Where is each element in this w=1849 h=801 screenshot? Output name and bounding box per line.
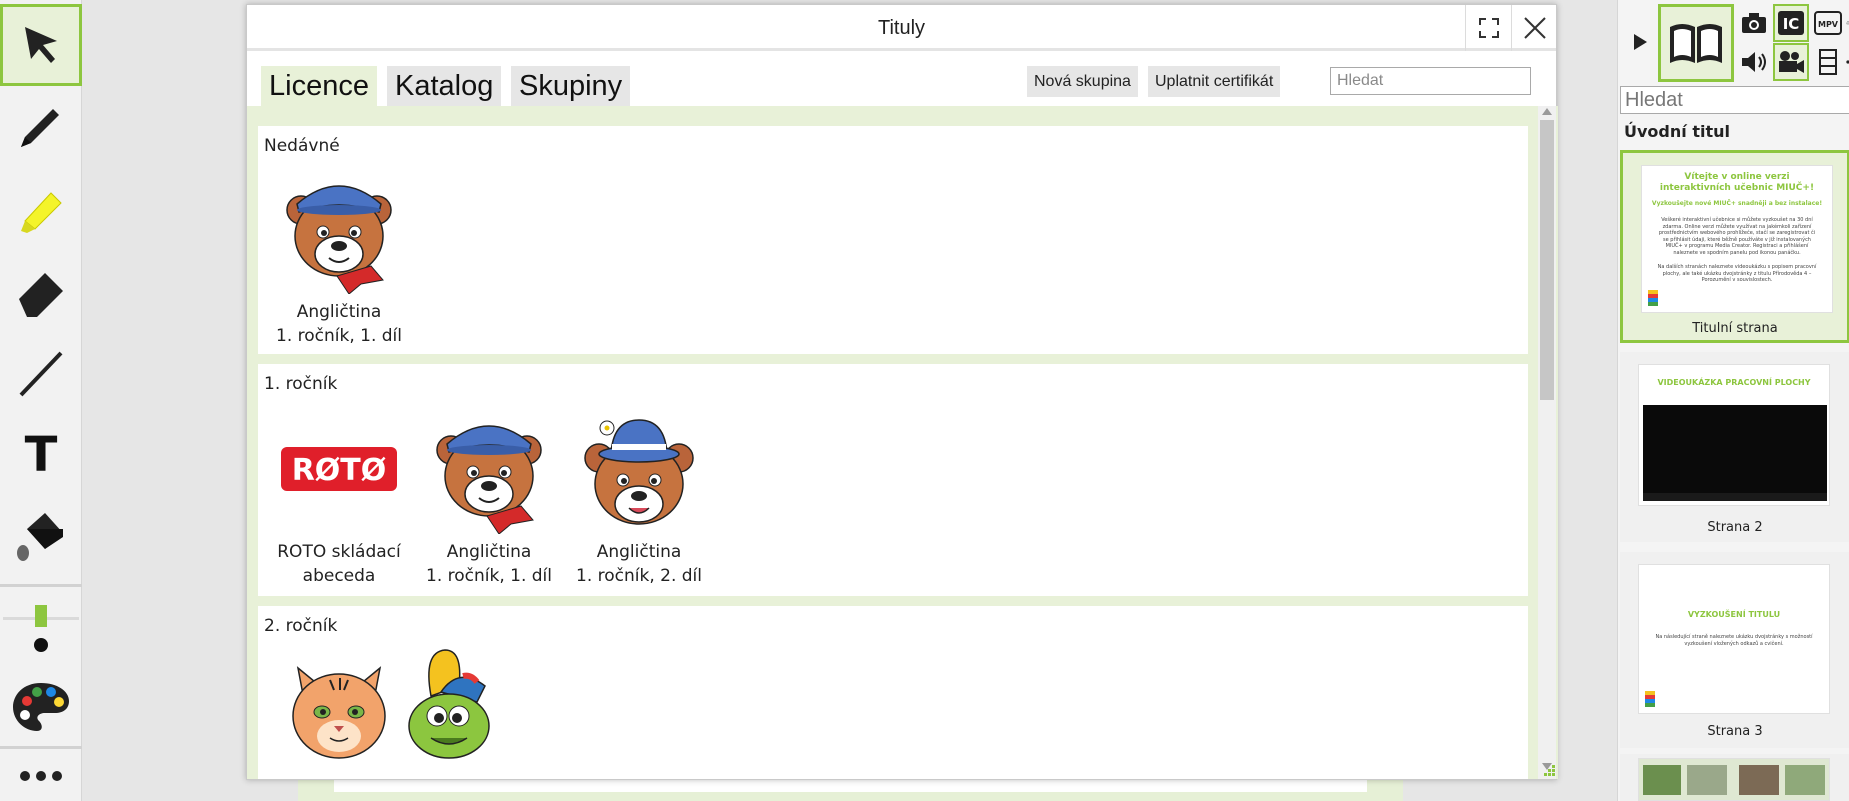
page-thumbnail[interactable]: Vítejte v online verzi interaktivních uč… (1620, 150, 1849, 343)
stroke-size-icon (3, 605, 79, 652)
brand-logo-icon (1645, 691, 1655, 707)
title-item[interactable]: RØTØ ROTO skládací abeceda (264, 404, 414, 588)
dialog-titlebar: Tituly (247, 5, 1556, 51)
ic-icon: IC (1778, 11, 1804, 35)
speaker-icon (1742, 52, 1766, 72)
tab-skupiny[interactable]: Skupiny (511, 66, 631, 106)
toolbar-divider (0, 584, 82, 587)
more-tool[interactable] (0, 752, 82, 800)
scroll-thumb[interactable] (1540, 120, 1554, 400)
mpv-button[interactable]: MPV (1810, 4, 1846, 42)
page-thumbnail[interactable]: VYZKOUŠENÍ TITULU Na následující straně … (1620, 552, 1849, 748)
dialog-title: Tituly (877, 17, 926, 39)
eraser-tool[interactable] (0, 250, 82, 332)
titles-dialog: Tituly Licence Katalog Skupiny Nová skup… (246, 4, 1558, 780)
page-thumbnail[interactable] (1620, 754, 1849, 801)
toolbar-divider (0, 746, 82, 749)
bear-hat-icon (584, 419, 694, 525)
title-item-label: Angličtina 1. ročník, 1. díl (276, 302, 402, 346)
title-item[interactable]: Angličtina 1. ročník, 1. díl (414, 404, 564, 588)
section-grade-2: 2. ročník (258, 606, 1528, 779)
select-arrow-icon (25, 27, 57, 63)
fullscreen-button[interactable] (1465, 5, 1511, 51)
highlighter-tool[interactable] (0, 168, 82, 250)
roto-logo-icon: RØTØ (281, 447, 397, 491)
apply-certificate-button[interactable]: Uplatnit certifikát (1148, 66, 1281, 97)
color-tool[interactable] (0, 666, 82, 748)
tab-licence[interactable]: Licence (261, 66, 377, 106)
video-button[interactable] (1773, 43, 1809, 81)
film-strip-icon (1819, 49, 1837, 75)
dialog-search-input[interactable] (1330, 67, 1531, 95)
chevron-right-icon (1634, 34, 1647, 50)
title-item[interactable]: Angličtina 1. ročník, 1. díl (264, 164, 414, 348)
pen-icon (21, 109, 59, 147)
svg-text:MPV: MPV (1818, 20, 1839, 29)
brand-logo-icon (1648, 290, 1658, 306)
bear-cap-icon (436, 425, 542, 534)
page-preview (1638, 758, 1830, 801)
pages-search-input[interactable] (1620, 86, 1849, 114)
svg-text:IC: IC (1783, 15, 1800, 33)
titles-list: Nedávné Angličtina 1. ročník, 1. díl 1. … (247, 106, 1558, 779)
resize-grip-icon[interactable] (1542, 763, 1556, 777)
dialog-scrollbar[interactable] (1538, 106, 1556, 779)
left-toolbar: T (0, 0, 82, 801)
page-preview: Vítejte v online verzi interaktivních uč… (1641, 165, 1833, 313)
fill-bucket-icon (17, 513, 63, 561)
select-tool[interactable] (0, 4, 82, 86)
section-title: 2. ročník (264, 616, 338, 636)
frog-cap-icon (408, 649, 490, 759)
film-button[interactable] (1810, 43, 1846, 81)
sound-button[interactable] (1736, 43, 1772, 81)
stroke-size-tool[interactable] (0, 592, 82, 668)
page-preview: VIDEOUKÁZKA PRACOVNÍ PLOCHY (1638, 364, 1830, 506)
text-tool[interactable]: T (0, 414, 82, 496)
pen-tool[interactable] (0, 86, 82, 168)
camera-button[interactable] (1736, 4, 1772, 42)
title-item[interactable]: Angličtina 1. ročník, 2. díl (564, 404, 714, 588)
section-recent: Nedávné Angličtina 1. ročník, 1. díl (258, 126, 1528, 354)
page-thumbnail[interactable]: VIDEOUKÁZKA PRACOVNÍ PLOCHY Strana 2 (1620, 352, 1849, 542)
bear-cap-icon (286, 185, 392, 294)
title-item-label: ROTO skládací abeceda (277, 542, 401, 586)
section-title: 1. ročník (264, 374, 338, 394)
fullscreen-icon (1478, 18, 1499, 38)
eraser-icon (19, 273, 63, 317)
expand-panel-button[interactable] (1622, 22, 1658, 62)
titles-book-button[interactable] (1658, 4, 1734, 82)
more-icon (20, 771, 62, 781)
video-camera-icon (1779, 51, 1804, 73)
title-item-label: Angličtina 1. ročník, 1. díl (426, 542, 552, 586)
mpv-icon: MPV (1814, 11, 1842, 35)
palette-icon (13, 683, 69, 731)
fill-tool[interactable] (0, 496, 82, 578)
text-icon: T (24, 427, 58, 483)
section-title: Nedávné (264, 136, 340, 156)
title-item-label: Angličtina 1. ročník, 2. díl (576, 542, 702, 586)
line-icon (19, 351, 63, 397)
new-group-button[interactable]: Nová skupina (1027, 66, 1138, 97)
ic-button[interactable]: IC (1773, 4, 1809, 42)
close-button[interactable] (1511, 5, 1557, 51)
title-item[interactable] (374, 636, 524, 766)
line-tool[interactable] (0, 332, 82, 414)
close-icon (1523, 17, 1546, 39)
svg-text:RØTØ: RØTØ (292, 453, 387, 488)
pages-heading: Úvodní titul (1624, 122, 1730, 141)
highlighter-icon (21, 192, 62, 233)
right-panel: IC MPV Úvodní titul Vítejte v online ver… (1617, 0, 1849, 801)
book-icon (1670, 24, 1722, 63)
video-player[interactable] (1643, 405, 1827, 501)
tab-katalog[interactable]: Katalog (387, 66, 502, 106)
camera-icon (1742, 13, 1766, 33)
section-grade-1: 1. ročník RØTØ ROTO skládací abeceda Ang… (258, 364, 1528, 596)
page-preview: VYZKOUŠENÍ TITULU Na následující straně … (1638, 564, 1830, 714)
scroll-up-arrow-icon[interactable] (1542, 108, 1552, 115)
